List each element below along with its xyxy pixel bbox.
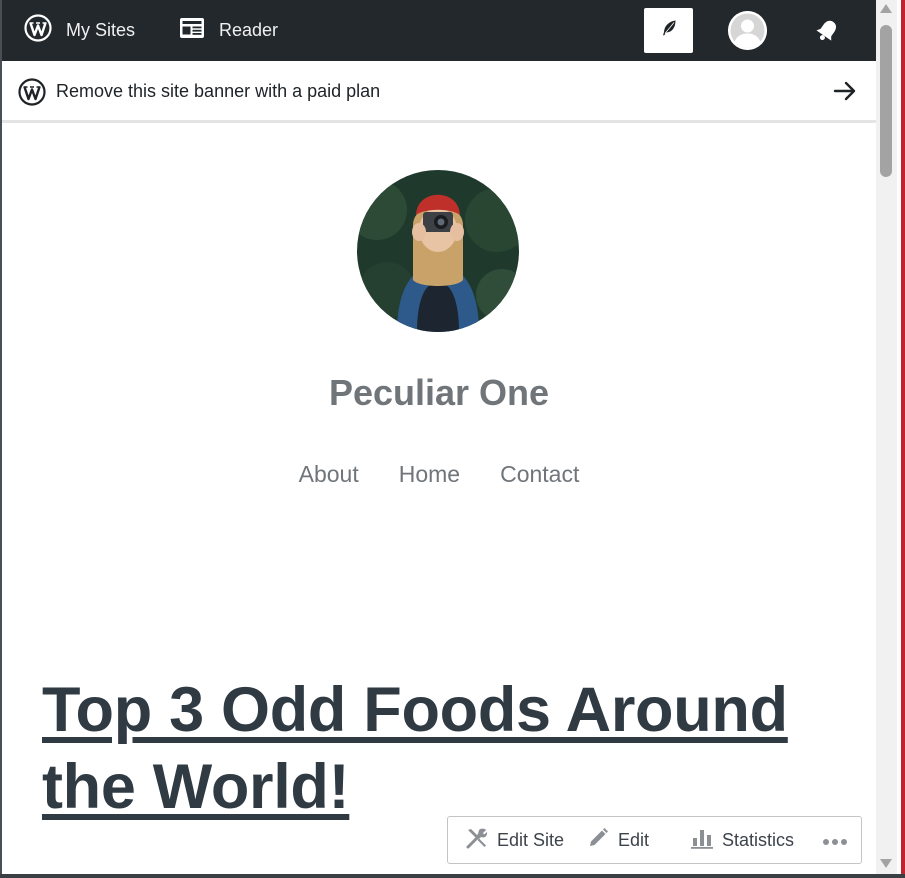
- ellipsis-icon: [822, 830, 848, 851]
- admin-bar: My Sites Reader: [2, 0, 876, 61]
- arrow-right-icon[interactable]: [832, 78, 858, 109]
- post-title-link-line1[interactable]: Top 3 Odd Foods Around: [42, 675, 788, 745]
- site-navigation: About Home Contact: [2, 461, 876, 488]
- bar-chart-icon: [690, 826, 714, 855]
- window-left-edge: [0, 0, 2, 878]
- my-sites-menu[interactable]: My Sites: [24, 0, 135, 61]
- nav-link-contact[interactable]: Contact: [500, 461, 579, 488]
- site-logo[interactable]: [357, 170, 519, 332]
- write-post-button[interactable]: [644, 8, 693, 53]
- edit-button[interactable]: Edit: [586, 817, 649, 863]
- reader-icon: [179, 17, 205, 44]
- edit-toolbar: Edit Site Edit Statistics: [447, 816, 862, 864]
- scroll-up-arrow-icon[interactable]: [880, 4, 892, 13]
- scrollbar-thumb[interactable]: [880, 25, 892, 177]
- reader-menu[interactable]: Reader: [179, 0, 278, 61]
- upgrade-banner[interactable]: Remove this site banner with a paid plan: [2, 61, 876, 123]
- nav-link-home[interactable]: Home: [399, 461, 460, 488]
- window-right-edge: [897, 0, 905, 878]
- post-title-link-line2[interactable]: the World!: [42, 752, 350, 822]
- edit-site-button[interactable]: Edit Site: [465, 817, 564, 863]
- nav-link-about[interactable]: About: [299, 461, 359, 488]
- more-options-button[interactable]: [822, 817, 848, 863]
- edit-site-label: Edit Site: [497, 829, 565, 850]
- post-title: Top 3 Odd Foods Around the World!: [42, 672, 842, 826]
- window-bottom-edge: [0, 874, 905, 878]
- edit-label: Edit: [618, 829, 650, 850]
- statistics-button[interactable]: Statistics: [690, 817, 794, 863]
- tools-icon: [465, 826, 489, 855]
- reader-label: Reader: [219, 20, 279, 40]
- wordpress-logo-icon: [24, 14, 52, 47]
- feather-icon: [660, 19, 678, 42]
- scroll-down-arrow-icon[interactable]: [880, 859, 892, 868]
- notifications-bell-icon[interactable]: [812, 16, 842, 46]
- site-title[interactable]: Peculiar One: [2, 372, 876, 414]
- pencil-icon: [586, 826, 610, 855]
- statistics-label: Statistics: [722, 829, 795, 850]
- page-scrollbar[interactable]: [876, 0, 897, 874]
- user-avatar[interactable]: [728, 11, 767, 50]
- banner-text: Remove this site banner with a paid plan: [56, 81, 381, 101]
- wordpress-logo-icon: [18, 78, 46, 111]
- my-sites-label: My Sites: [66, 20, 136, 40]
